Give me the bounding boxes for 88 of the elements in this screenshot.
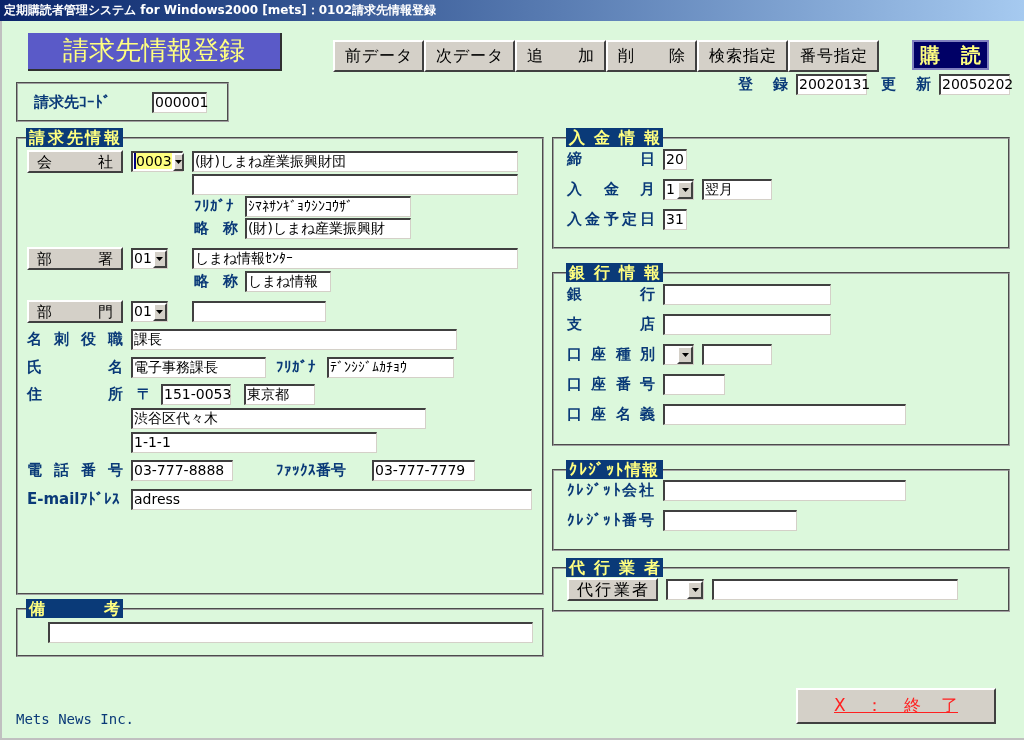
input-field[interactable]: 20020131 — [796, 74, 867, 95]
field-button[interactable]: 代行業者 — [567, 578, 658, 601]
input-field[interactable]: しまね情報ｾﾝﾀｰ — [192, 248, 518, 269]
input-field[interactable]: 000001 — [152, 91, 207, 113]
input-field[interactable] — [192, 174, 518, 195]
input-field[interactable]: ｼﾏﾈｻﾝｷﾞｮｳｼﾝｺｳｻﾞ — [245, 196, 411, 217]
field-label: 入金予定日 — [567, 209, 655, 230]
input-field[interactable]: しまね情報 — [245, 271, 331, 292]
field-label: 口座番号 — [567, 374, 655, 395]
input-field[interactable]: 渋谷区代々木 — [131, 408, 426, 429]
input-field[interactable] — [702, 344, 772, 365]
section-title: 銀行情報 — [566, 263, 663, 282]
toolbar-button[interactable]: 前データ — [333, 40, 424, 72]
input-field[interactable]: 東京都 — [244, 384, 315, 405]
field-label: 更新 — [881, 74, 931, 95]
input-field[interactable] — [663, 480, 906, 501]
field-label: ﾌｧｯｸｽ番号 — [276, 460, 347, 481]
field-label: 電話番号 — [27, 460, 123, 481]
input-field[interactable]: (財)しまね産業振興財 — [245, 218, 411, 239]
toolbar-button[interactable]: 検索指定 — [697, 40, 788, 72]
field-label: 住所 — [27, 384, 123, 405]
input-field[interactable]: 151-0053 — [161, 384, 231, 405]
caret-icon — [152, 250, 167, 268]
toolbar-button[interactable]: 追加 — [515, 40, 606, 72]
dropdown[interactable]: 1 — [663, 179, 694, 200]
dropdown[interactable]: 01 — [131, 301, 168, 322]
field-label: 支店 — [567, 314, 655, 335]
field-label: 銀行 — [567, 284, 655, 305]
input-field[interactable]: ﾃﾞﾝｼｼﾞﾑｶﾁｮｳ — [327, 357, 454, 378]
company-name: Mets News Inc. — [16, 710, 134, 729]
field-label: 締日 — [567, 149, 655, 170]
section-title: 入金情報 — [566, 128, 663, 147]
input-field[interactable]: 31 — [663, 209, 687, 230]
caret-icon — [172, 153, 184, 171]
section-title: 備考 — [26, 599, 123, 618]
input-field[interactable]: 翌月 — [702, 179, 772, 200]
input-field[interactable] — [48, 622, 533, 643]
field-button[interactable]: 会社 — [27, 150, 123, 173]
input-field[interactable] — [192, 301, 326, 322]
input-field[interactable]: adress — [131, 489, 532, 510]
field-label: ﾌﾘｶﾞﾅ — [194, 196, 235, 217]
section-title: 請求先情報 — [26, 128, 123, 147]
input-field[interactable] — [663, 404, 906, 425]
caret-icon — [677, 346, 693, 364]
window-title: 定期購読者管理システム for Windows2000 [mets]：0102請求先情報登録 — [0, 0, 1024, 21]
input-field[interactable]: 課長 — [131, 329, 457, 350]
field-label: 口座名義 — [567, 404, 655, 425]
form-title: 請求先情報登録 — [28, 33, 282, 71]
field-label: 略称 — [194, 218, 238, 239]
input-field[interactable] — [663, 314, 831, 335]
input-field[interactable]: 1-1-1 — [131, 432, 377, 453]
section-title: 代行業者 — [566, 558, 663, 577]
field-label: 氏名 — [27, 357, 123, 378]
input-field[interactable]: 20050202 — [939, 74, 1010, 95]
input-field[interactable]: 20 — [663, 149, 687, 170]
dropdown[interactable] — [663, 344, 694, 365]
field-label: E-mailｱﾄﾞﾚｽ — [27, 489, 121, 510]
dropdown[interactable]: 0003 — [131, 151, 183, 172]
field-label: 登録 — [738, 74, 788, 95]
dropdown[interactable] — [666, 579, 704, 600]
input-field[interactable]: 03-777-7779 — [372, 460, 475, 481]
field-label: 〒 — [137, 384, 153, 405]
field-label: 入金月 — [567, 179, 655, 200]
toolbar-button[interactable]: 次データ — [424, 40, 515, 72]
field-label: ｸﾚｼﾞｯﾄ会社 — [567, 480, 655, 501]
input-field[interactable]: 電子事務課長 — [131, 357, 266, 378]
input-field[interactable] — [663, 374, 725, 395]
section-title: ｸﾚｼﾞｯﾄ情報 — [566, 460, 663, 479]
caret-icon — [677, 181, 693, 199]
field-label: 口座種別 — [567, 344, 655, 365]
field-button[interactable]: 部門 — [27, 300, 123, 323]
field-label: 請求先ｺｰﾄﾞ — [34, 91, 112, 113]
dropdown[interactable]: 01 — [131, 248, 168, 269]
input-field[interactable] — [663, 284, 831, 305]
toolbar-button[interactable]: 番号指定 — [788, 40, 879, 72]
toolbar-button[interactable]: 削除 — [606, 40, 697, 72]
input-field[interactable] — [712, 579, 958, 600]
caret-icon — [152, 303, 167, 321]
mode-badge: 購読 — [912, 40, 989, 70]
field-label: 略称 — [194, 271, 238, 292]
field-button[interactable]: 部署 — [27, 247, 123, 270]
field-label: 名刺役職 — [27, 329, 123, 350]
caret-icon — [687, 581, 703, 599]
input-field[interactable]: (財)しまね産業振興財団 — [192, 151, 518, 172]
input-field[interactable]: 03-777-8888 — [131, 460, 233, 481]
field-label: ﾌﾘｶﾞﾅ — [276, 357, 317, 378]
field-label: ｸﾚｼﾞｯﾄ番号 — [567, 510, 655, 531]
input-field[interactable] — [663, 510, 797, 531]
